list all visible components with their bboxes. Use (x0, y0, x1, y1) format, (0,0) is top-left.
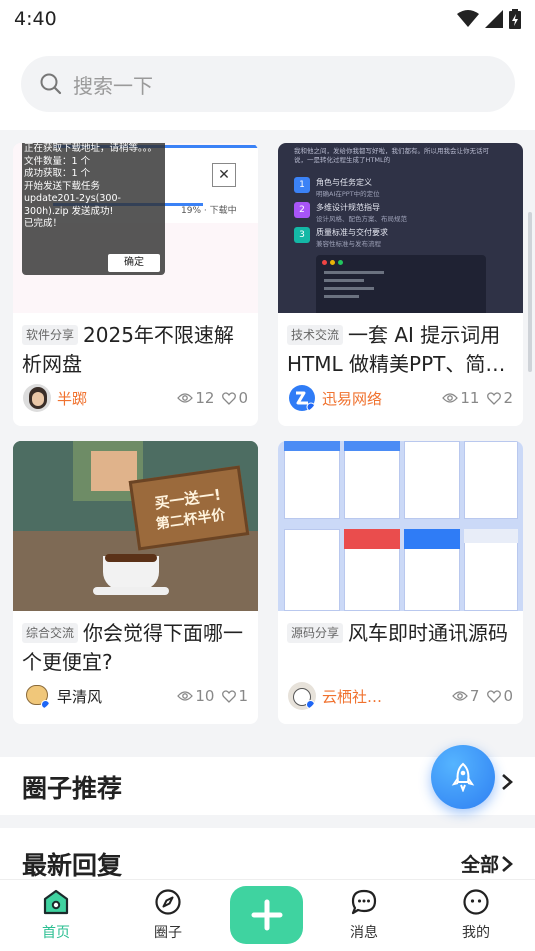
view-count: 12 (195, 389, 215, 407)
chevron-right-icon (502, 774, 513, 790)
heart-icon (487, 391, 502, 405)
post-thumbnail: 买一送一! 第二杯半价 (13, 441, 258, 611)
profile-icon (463, 889, 489, 915)
post-title: 综合交流 你会觉得下面哪一个更便宜? (13, 611, 258, 677)
section-title: 圈子推荐 (22, 774, 123, 803)
tab-label: 我的 (462, 925, 490, 941)
post-meta: 云栖社… 7 0 (278, 677, 523, 715)
post-tag: 综合交流 (22, 623, 79, 643)
post-title-text: 风车即时通讯源码 (348, 621, 509, 645)
dialog-line: 已完成！ (24, 218, 63, 229)
dialog-ok-button: 确定 (108, 254, 160, 272)
close-icon: ✕ (212, 163, 236, 187)
like-count: 1 (238, 687, 248, 705)
author-name[interactable]: 早清风 (57, 686, 102, 707)
view-count: 11 (460, 389, 480, 407)
dialog-line: 正在获取下载地址，请稍等。。。 (24, 143, 158, 154)
heart-icon (487, 689, 502, 703)
heart-icon (222, 391, 237, 405)
avatar[interactable] (288, 682, 316, 710)
chat-icon (351, 889, 377, 915)
post-title: 软件分享 2025年不限速解析网盘 (13, 313, 258, 379)
post-meta: 半踯 12 0 (13, 379, 258, 417)
post-stats: 12 0 (177, 389, 248, 407)
system-icons (457, 9, 521, 29)
section-title: 最新回复 (22, 851, 123, 880)
search-area: 搜索一下 (0, 38, 535, 130)
post-title: 技术交流 一套 AI 提示词用 HTML 做精美PPT、简… (278, 313, 523, 379)
tab-circle[interactable]: 圈子 (128, 880, 208, 951)
post-card[interactable]: 源码分享 风车即时通讯源码 云栖社… 7 0 (278, 441, 523, 724)
post-meta: 迅易网络 11 2 (278, 379, 523, 417)
avatar[interactable] (288, 384, 316, 412)
thumb-header: 我和他之间，发给你我都写好啦，我们都有。所以用我会让你无话可说，一是转化过程生成… (294, 147, 489, 164)
view-count: 7 (469, 687, 480, 705)
tab-messages[interactable]: 消息 (324, 880, 404, 951)
tab-label: 首页 (42, 925, 70, 941)
rocket-icon (451, 762, 475, 792)
search-icon (40, 73, 62, 95)
author-name[interactable]: 云栖社… (322, 686, 382, 707)
plus-icon (251, 899, 282, 931)
post-thumbnail: ✕ 19% · 下载中 正在获取下载地址，请稍等。。。 文件数量：1 个 成功获… (13, 143, 258, 313)
bottom-tab-bar: 首页 圈子 消息 我的 (0, 879, 535, 951)
create-post-button[interactable] (230, 886, 303, 944)
eye-icon (442, 393, 459, 403)
eye-icon (177, 691, 194, 701)
post-title: 源码分享 风车即时通讯源码 (278, 611, 523, 677)
author-name[interactable]: 半踯 (57, 388, 87, 409)
search-input[interactable]: 搜索一下 (21, 56, 515, 112)
post-tag: 技术交流 (287, 325, 344, 345)
download-progress: 19% · 下载中 (181, 206, 237, 216)
like-count: 2 (503, 389, 513, 407)
tab-label: 圈子 (154, 925, 182, 941)
heart-icon (222, 689, 237, 703)
view-count: 10 (195, 687, 215, 705)
post-stats: 10 1 (177, 687, 248, 705)
wifi-icon (457, 10, 479, 27)
eye-icon (452, 691, 468, 701)
chevron-right-icon (502, 855, 513, 872)
status-bar: 4:40 (0, 0, 535, 38)
post-card[interactable]: ✕ 19% · 下载中 正在获取下载地址，请稍等。。。 文件数量：1 个 成功获… (13, 143, 258, 426)
post-tag: 源码分享 (287, 623, 344, 643)
author-name[interactable]: 迅易网络 (322, 388, 382, 409)
signal-icon (485, 10, 503, 28)
post-tag: 软件分享 (22, 325, 79, 345)
rocket-fab-button[interactable] (431, 745, 495, 809)
tab-label: 消息 (350, 925, 378, 941)
post-stats: 7 0 (452, 687, 513, 705)
search-placeholder: 搜索一下 (73, 73, 153, 98)
post-card[interactable]: 买一送一! 第二杯半价 综合交流 你会觉得下面哪一个更便宜? 早清风 10 1 (13, 441, 258, 724)
post-thumbnail (278, 441, 523, 611)
avatar[interactable] (23, 384, 51, 412)
dialog-line: 成功获取：1 个 (24, 168, 91, 179)
post-stats: 11 2 (442, 389, 513, 407)
post-meta: 早清风 10 1 (13, 677, 258, 715)
scrollbar[interactable] (528, 212, 532, 372)
status-time: 4:40 (14, 8, 57, 30)
like-count: 0 (503, 687, 513, 705)
eye-icon (177, 393, 194, 403)
dialog-line: 开始发送下载任务 (24, 180, 101, 192)
code-window (316, 255, 486, 313)
brand-logo-icon (289, 385, 316, 412)
compass-icon (155, 889, 181, 915)
like-count: 0 (238, 389, 248, 407)
replies-all-button[interactable]: 全部 (461, 850, 513, 877)
circle-more-button[interactable] (499, 773, 513, 791)
download-dialog: 正在获取下载地址，请稍等。。。 文件数量：1 个 成功获取：1 个 开始发送下载… (22, 143, 165, 275)
post-feed: ✕ 19% · 下载中 正在获取下载地址，请稍等。。。 文件数量：1 个 成功获… (0, 130, 535, 750)
avatar[interactable] (23, 682, 51, 710)
dialog-line: update201-2ys(300-300h).zip 发送成功! (24, 193, 121, 217)
post-thumbnail: 我和他之间，发给你我都写好啦，我们都有。所以用我会让你无话可说，一是转化过程生成… (278, 143, 523, 313)
post-card[interactable]: 我和他之间，发给你我都写好啦，我们都有。所以用我会让你无话可说，一是转化过程生成… (278, 143, 523, 426)
battery-icon (509, 9, 521, 29)
home-icon (43, 889, 69, 915)
tab-profile[interactable]: 我的 (436, 880, 516, 951)
dialog-line: 文件数量：1 个 (24, 155, 91, 167)
tab-home[interactable]: 首页 (16, 880, 96, 951)
